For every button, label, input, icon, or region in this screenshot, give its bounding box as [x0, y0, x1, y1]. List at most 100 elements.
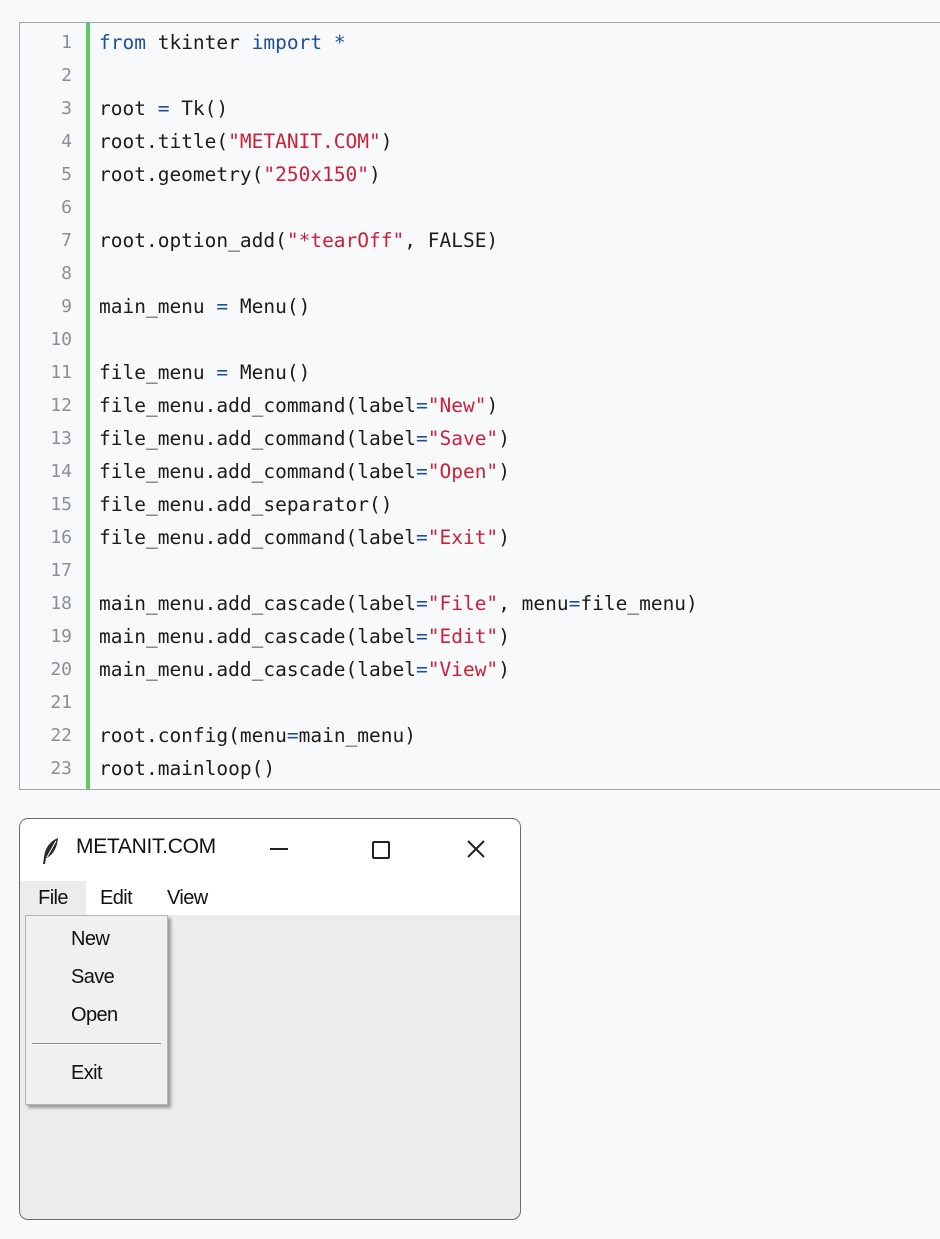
code-token: root.geometry( — [99, 163, 264, 186]
menubar: File Edit View — [20, 881, 520, 915]
code-text: root.option_add("*tearOff", FALSE) — [99, 224, 498, 257]
code-text: main_menu.add_cascade(label="File", menu… — [99, 587, 698, 620]
code-token: file_menu) — [580, 592, 698, 615]
line-number: 10 — [50, 329, 72, 350]
code-token: root.mainloop() — [99, 757, 276, 780]
code-token: Menu() — [228, 295, 311, 318]
code-line: 12 file_menu.add_command(label="New") — [20, 389, 940, 422]
code-line: 23 root.mainloop() — [20, 752, 940, 785]
code-line: 5 root.geometry("250x150") — [20, 158, 940, 191]
line-number: 5 — [61, 164, 72, 185]
code-text: root.geometry("250x150") — [99, 158, 381, 191]
menu-item-open[interactable]: Open — [71, 1000, 118, 1030]
code-text: root.title("METANIT.COM") — [99, 125, 393, 158]
menu-item-new[interactable]: New — [71, 924, 110, 954]
line-number: 3 — [61, 98, 72, 119]
code-token: * — [322, 31, 346, 54]
code-token: "250x150" — [263, 163, 370, 186]
code-text: file_menu.add_command(label="Save") — [99, 422, 510, 455]
code-line: 6 — [20, 191, 940, 224]
code-text: main_menu.add_cascade(label="View") — [99, 653, 510, 686]
line-number: 23 — [50, 758, 72, 779]
close-button[interactable] — [456, 831, 496, 867]
code-token: file_menu.add_command(label — [99, 427, 416, 450]
code-token: = — [415, 394, 428, 417]
code-block: 1 from tkinter import * 2 3 root = Tk() 4 root… — [19, 22, 940, 790]
code-line: 10 — [20, 323, 940, 356]
code-token: main_menu.add_cascade(label — [99, 625, 416, 648]
code-line: 14 file_menu.add_command(label="Open") — [20, 455, 940, 488]
code-line: 4 root.title("METANIT.COM") — [20, 125, 940, 158]
code-text: root.mainloop() — [99, 752, 275, 785]
code-token: root.title( — [99, 130, 229, 153]
code-line: 11 file_menu = Menu() — [20, 356, 940, 389]
code-token: ) — [498, 460, 510, 483]
menu-file[interactable]: File — [20, 881, 86, 915]
code-line: 8 — [20, 257, 940, 290]
menu-view[interactable]: View — [167, 881, 208, 915]
code-line: 1 from tkinter import * — [20, 26, 940, 59]
line-number: 18 — [50, 593, 72, 614]
menu-separator — [32, 1043, 161, 1045]
menu-item-save[interactable]: Save — [71, 962, 115, 992]
code-token: ) — [369, 163, 381, 186]
code-token: "Exit" — [427, 526, 499, 549]
code-token: "New" — [427, 394, 487, 417]
feather-icon — [40, 837, 62, 865]
maximize-button[interactable] — [360, 831, 400, 867]
code-token: , menu — [498, 592, 569, 615]
code-text: main_menu.add_cascade(label="Edit") — [99, 620, 510, 653]
code-line: 15 file_menu.add_separator() — [20, 488, 940, 521]
code-token: = — [415, 526, 428, 549]
minimize-button[interactable] — [260, 831, 300, 867]
line-number: 8 — [61, 263, 72, 284]
line-number: 17 — [50, 560, 72, 581]
code-line: 18 main_menu.add_cascade(label="File", me… — [20, 587, 940, 620]
line-number: 13 — [50, 428, 72, 449]
code-token: file_menu.add_command(label — [99, 394, 416, 417]
tkinter-window[interactable]: METANIT.COM File Edit View New Save Open… — [19, 818, 521, 1220]
line-number: 19 — [50, 626, 72, 647]
code-token: "File" — [427, 592, 499, 615]
code-token: = — [415, 658, 428, 681]
code-line: 13 file_menu.add_command(label="Save") — [20, 422, 940, 455]
code-token: file_menu.add_separator() — [99, 493, 393, 516]
code-token: file_menu.add_command(label — [99, 526, 416, 549]
menu-edit[interactable]: Edit — [100, 881, 133, 915]
code-token: root.config(menu — [99, 724, 287, 747]
code-line: 22 root.config(menu=main_menu) — [20, 719, 940, 752]
code-token: ) — [380, 130, 393, 153]
code-text: file_menu.add_command(label="New") — [99, 389, 498, 422]
code-token: = — [216, 361, 229, 384]
line-number: 15 — [50, 494, 72, 515]
code-token: "METANIT.COM" — [228, 130, 381, 153]
code-token: = — [415, 427, 428, 450]
line-number: 6 — [61, 197, 72, 218]
code-line: 17 — [20, 554, 940, 587]
code-token: main_menu.add_cascade(label — [99, 592, 416, 615]
window-titlebar[interactable]: METANIT.COM — [20, 819, 520, 881]
code-token: main_menu — [99, 295, 217, 318]
menu-item-exit[interactable]: Exit — [71, 1058, 103, 1088]
code-text: root.config(menu=main_menu) — [99, 719, 416, 752]
code-token: = — [568, 592, 581, 615]
code-token: "Open" — [427, 460, 499, 483]
line-number: 2 — [61, 65, 72, 86]
code-line: 20 main_menu.add_cascade(label="View") — [20, 653, 940, 686]
line-number: 14 — [50, 461, 72, 482]
close-icon — [467, 840, 485, 858]
line-number: 11 — [50, 362, 72, 383]
code-line: 2 — [20, 59, 940, 92]
code-line: 7 root.option_add("*tearOff", FALSE) — [20, 224, 940, 257]
code-token: = — [415, 592, 428, 615]
code-token: ) — [498, 625, 510, 648]
line-number: 22 — [50, 725, 72, 746]
code-text: main_menu = Menu() — [99, 290, 310, 323]
code-token: file_menu.add_command(label — [99, 460, 416, 483]
code-token: root.option_add( — [99, 229, 287, 252]
code-text: file_menu.add_command(label="Exit") — [99, 521, 510, 554]
window-title: METANIT.COM — [76, 835, 216, 858]
line-number: 20 — [50, 659, 72, 680]
code-line: 16 file_menu.add_command(label="Exit") — [20, 521, 940, 554]
code-token: = — [415, 625, 428, 648]
